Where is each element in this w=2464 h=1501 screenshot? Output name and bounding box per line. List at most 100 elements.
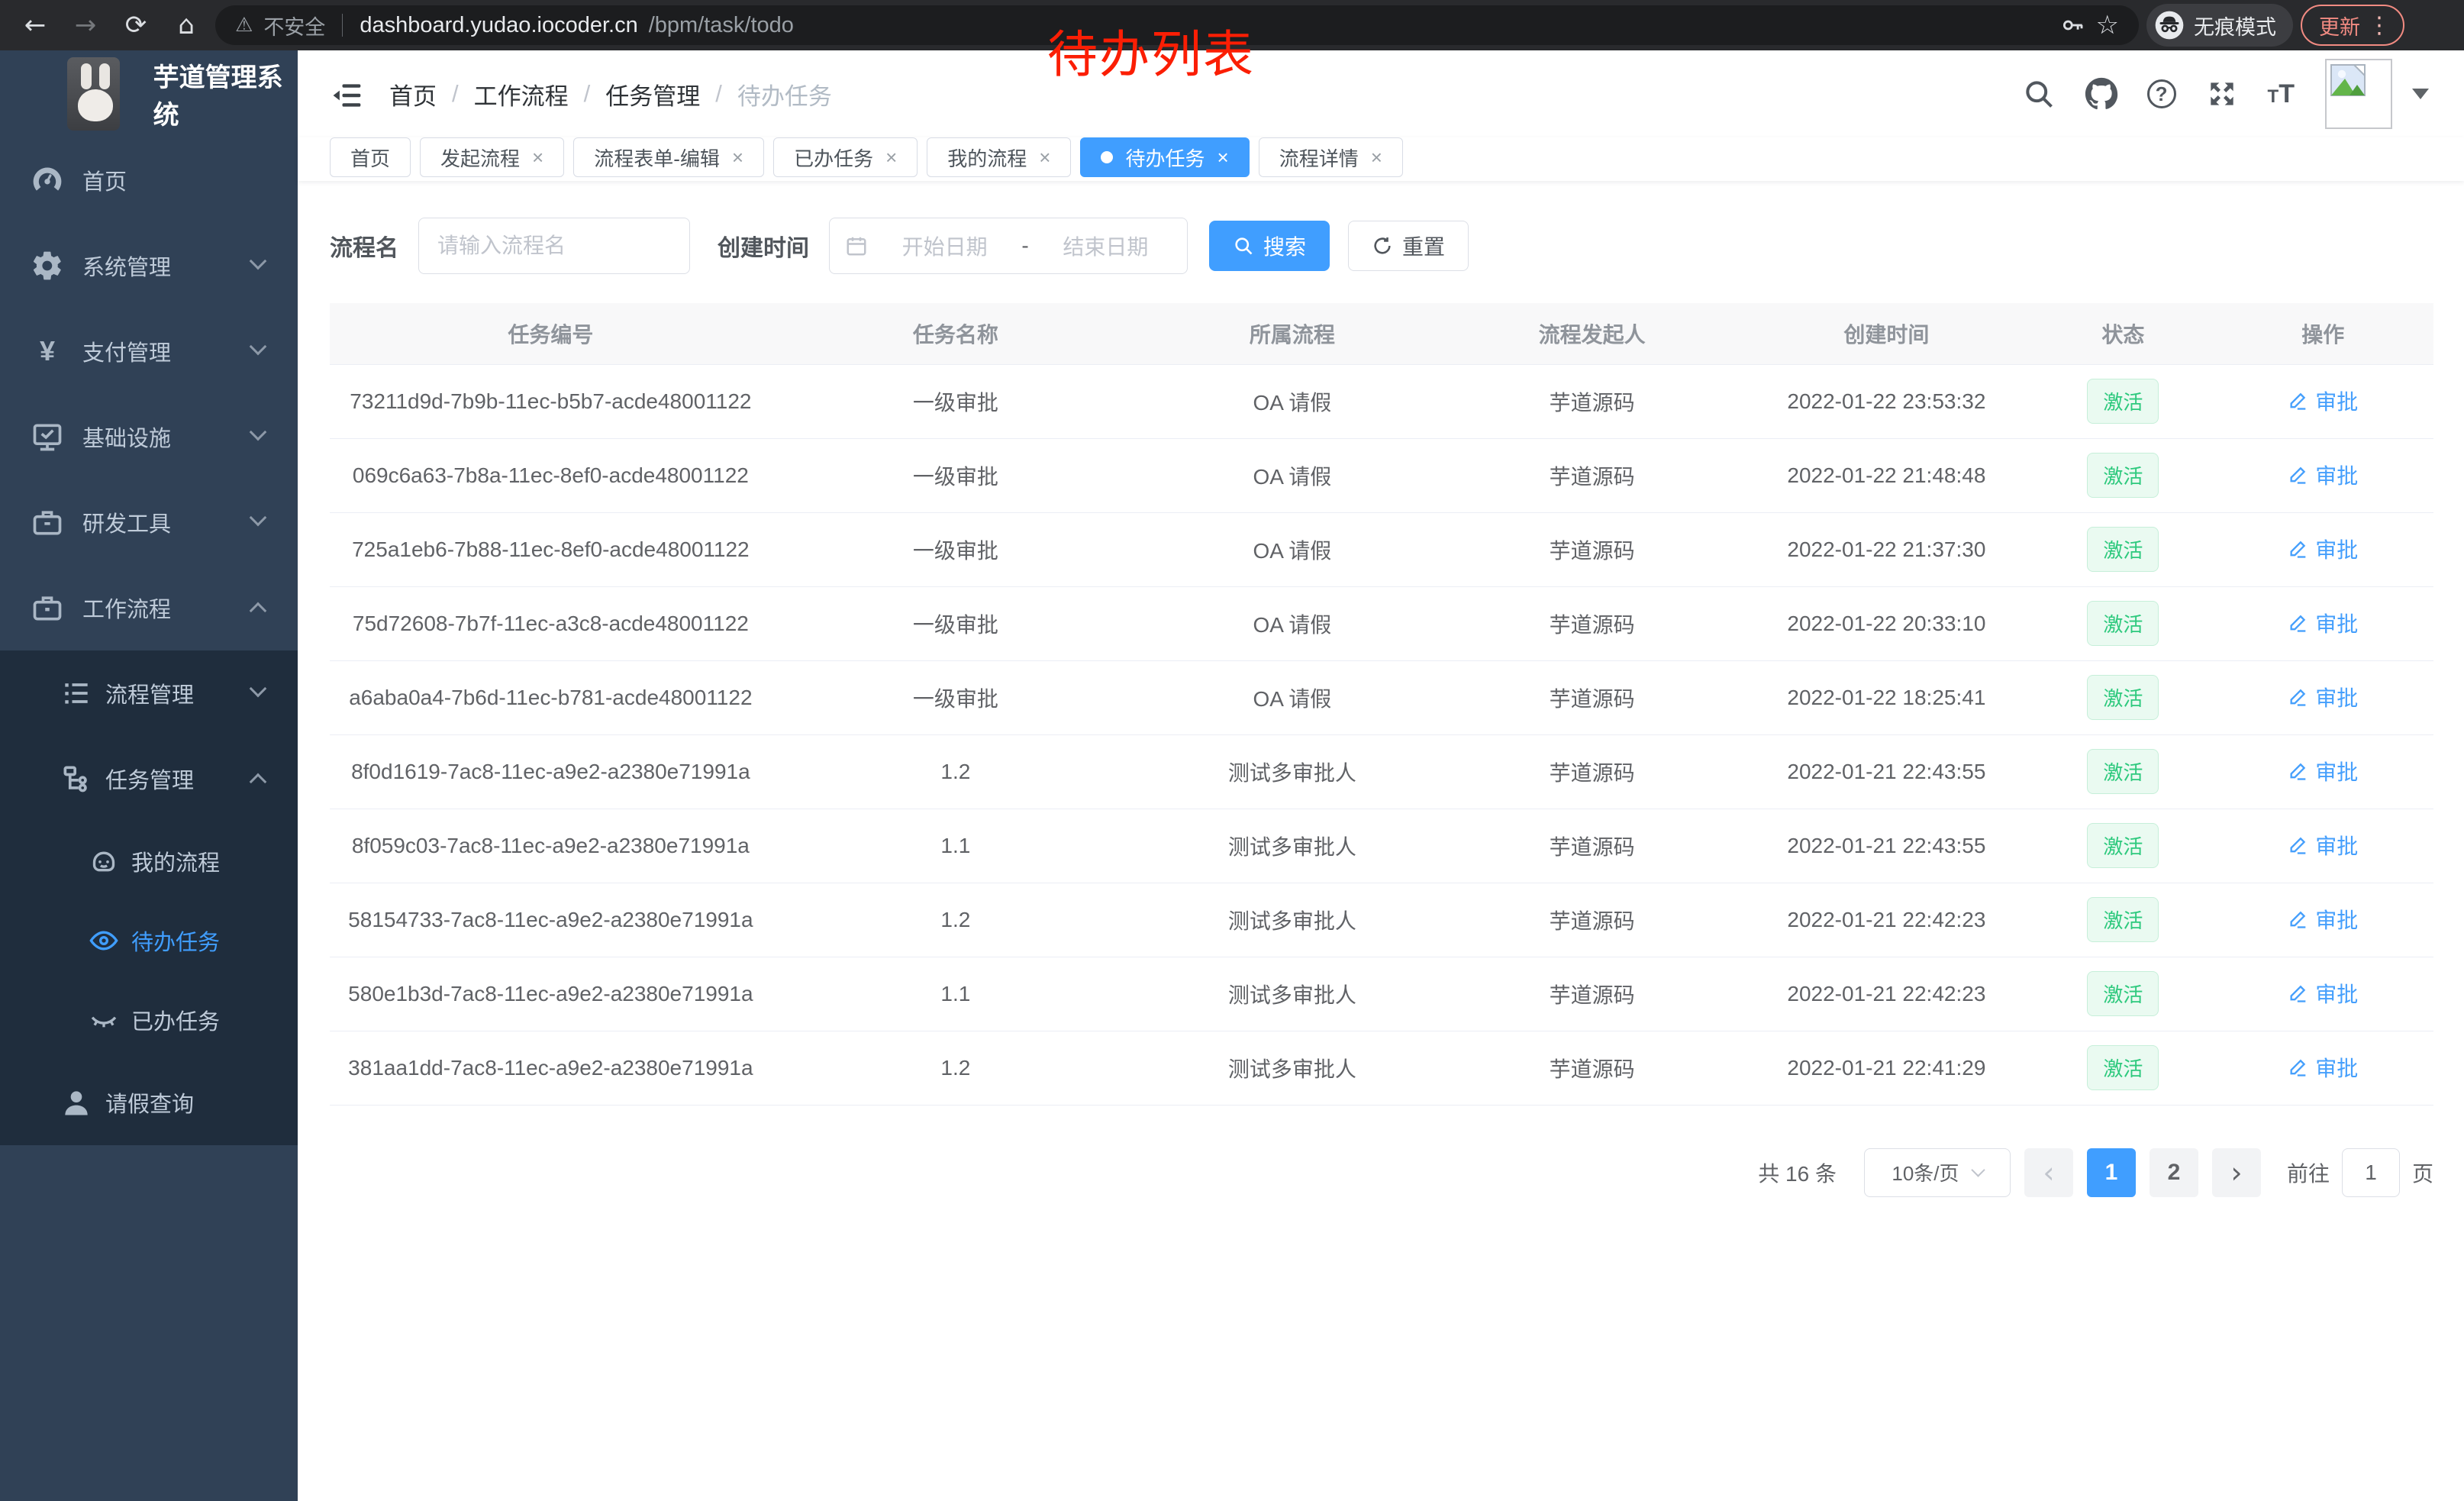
approve-link[interactable]: 审批 [2288, 830, 2358, 860]
sidebar-item-system[interactable]: 系统管理 [0, 223, 298, 308]
tab-todo-tasks[interactable]: 待办任务 × [1080, 137, 1249, 177]
help-icon[interactable]: ? [2147, 79, 2176, 108]
table-row: 580e1b3d-7ac8-11ec-a9e2-a2380e71991a 1.1… [330, 957, 2433, 1031]
sidebar-item-done-tasks[interactable]: 已办任务 [0, 980, 298, 1060]
tab-label: 流程详情 [1279, 144, 1359, 172]
status-badge: 激活 [2087, 675, 2159, 720]
approve-link[interactable]: 审批 [2288, 386, 2358, 416]
start-date-placeholder[interactable]: 开始日期 [879, 231, 1011, 261]
incognito-badge: 无痕模式 [2146, 4, 2293, 47]
task-process: 测试多审批人 [1140, 734, 1445, 809]
page-size-select[interactable]: 10条/页 [1864, 1148, 2011, 1197]
page-1-button[interactable]: 1 [2087, 1148, 2136, 1197]
tab-form-edit[interactable]: 流程表单-编辑 × [573, 137, 764, 177]
goto-unit-label: 页 [2412, 1157, 2433, 1188]
back-icon[interactable]: ← [14, 10, 56, 40]
avatar-caret-icon[interactable] [2412, 89, 2429, 99]
sidebar-item-workflow[interactable]: 工作流程 [0, 565, 298, 650]
breadcrumb-separator: / [715, 80, 722, 108]
sidebar-item-label: 我的流程 [131, 845, 220, 877]
task-name: 1.2 [772, 883, 1140, 957]
task-id: 58154733-7ac8-11ec-a9e2-a2380e71991a [330, 883, 772, 957]
approve-link[interactable]: 审批 [2288, 756, 2358, 786]
tab-start-process[interactable]: 发起流程 × [420, 137, 564, 177]
tab-close-icon[interactable]: × [1039, 146, 1050, 169]
font-size-icon[interactable]: TT [2268, 79, 2295, 109]
bookmark-star-icon[interactable]: ☆ [2096, 10, 2119, 40]
app-header: 首页 / 工作流程 / 任务管理 / 待办任务 ? TT [298, 50, 2464, 137]
task-id: 580e1b3d-7ac8-11ec-a9e2-a2380e71991a [330, 957, 772, 1031]
reload-icon[interactable]: ⟳ [114, 10, 157, 40]
tab-close-icon[interactable]: × [1217, 146, 1229, 169]
approve-link[interactable]: 审批 [2288, 682, 2358, 712]
sidebar-item-infrastructure[interactable]: 基础设施 [0, 394, 298, 479]
sidebar-item-leave-query[interactable]: 请假查询 [0, 1060, 298, 1145]
breadcrumb-item[interactable]: 任务管理 [605, 77, 700, 111]
sidebar-item-devtools[interactable]: 研发工具 [0, 479, 298, 565]
browser-update-button[interactable]: 更新 ⋮ [2301, 5, 2404, 46]
edit-pencil-icon [2288, 760, 2309, 782]
tab-process-detail[interactable]: 流程详情 × [1259, 137, 1403, 177]
tab-label: 发起流程 [440, 144, 520, 172]
tab-done-tasks[interactable]: 已办任务 × [773, 137, 918, 177]
chevron-down-icon [250, 338, 267, 356]
page-2-button[interactable]: 2 [2150, 1148, 2198, 1197]
workflow-submenu: 流程管理 任务管理 我的流程 待办任务 [0, 650, 298, 1145]
search-button[interactable]: 搜索 [1209, 221, 1330, 271]
github-icon[interactable] [2085, 77, 2118, 111]
sidebar-collapse-icon[interactable] [330, 79, 363, 109]
date-range-input[interactable]: 开始日期 - 结束日期 [829, 218, 1188, 274]
edit-pencil-icon [2288, 464, 2309, 486]
approve-link[interactable]: 审批 [2288, 904, 2358, 934]
home-icon[interactable]: ⌂ [165, 10, 208, 40]
tab-close-icon[interactable]: × [885, 146, 897, 169]
approve-link[interactable]: 审批 [2288, 534, 2358, 564]
sidebar-item-home[interactable]: 首页 [0, 137, 298, 223]
sidebar-item-payment[interactable]: ¥ 支付管理 [0, 308, 298, 394]
breadcrumb-item[interactable]: 工作流程 [474, 77, 569, 111]
process-name-input[interactable] [418, 218, 690, 274]
approve-link[interactable]: 审批 [2288, 460, 2358, 490]
col-task-name: 任务名称 [772, 303, 1140, 364]
approve-link[interactable]: 审批 [2288, 978, 2358, 1009]
next-page-button[interactable]: › [2212, 1148, 2261, 1197]
key-icon[interactable] [2059, 12, 2085, 38]
tab-close-icon[interactable]: × [1371, 146, 1382, 169]
approve-link[interactable]: 审批 [2288, 608, 2358, 638]
create-time-label: 创建时间 [718, 229, 809, 263]
approve-link[interactable]: 审批 [2288, 1052, 2358, 1083]
end-date-placeholder[interactable]: 结束日期 [1040, 231, 1172, 261]
tab-close-icon[interactable]: × [732, 146, 743, 169]
status-badge: 激活 [2087, 971, 2159, 1016]
reset-button[interactable]: 重置 [1348, 221, 1469, 271]
task-id: 75d72608-7b7f-11ec-a3c8-acde48001122 [330, 586, 772, 660]
edit-pencil-icon [2288, 686, 2309, 708]
prev-page-button[interactable]: ‹ [2024, 1148, 2073, 1197]
sidebar-item-task-management[interactable]: 任务管理 [0, 736, 298, 822]
tab-close-icon[interactable]: × [532, 146, 543, 169]
browser-menu-icon[interactable]: ⋮ [2368, 12, 2391, 39]
sidebar-item-process-management[interactable]: 流程管理 [0, 650, 298, 736]
list-tree-icon [60, 678, 93, 709]
task-created: 2022-01-21 22:43:55 [1739, 734, 2033, 809]
breadcrumb-item[interactable]: 首页 [389, 77, 437, 111]
task-initiator: 芋道源码 [1445, 883, 1740, 957]
tab-home[interactable]: 首页 [330, 137, 411, 177]
col-task-id: 任务编号 [330, 303, 772, 364]
search-icon[interactable] [2022, 77, 2056, 111]
table-row: 73211d9d-7b9b-11ec-b5b7-acde48001122 一级审… [330, 364, 2433, 438]
sidebar-item-todo-tasks[interactable]: 待办任务 [0, 901, 298, 980]
page-content: 流程名 创建时间 开始日期 - 结束日期 搜索 重置 [298, 218, 2464, 1243]
task-process: 测试多审批人 [1140, 809, 1445, 883]
goto-page-input[interactable] [2342, 1148, 2400, 1197]
url-host: dashboard.yudao.iocoder.cn [360, 13, 637, 38]
avatar[interactable] [2325, 59, 2392, 129]
sidebar-item-my-process[interactable]: 我的流程 [0, 822, 298, 901]
address-bar[interactable]: ⚠ 不安全 dashboard.yudao.iocoder.cn/bpm/tas… [215, 5, 2139, 45]
task-initiator: 芋道源码 [1445, 364, 1740, 438]
toolbox-icon [31, 507, 64, 537]
task-initiator: 芋道源码 [1445, 586, 1740, 660]
fullscreen-icon[interactable] [2205, 77, 2239, 111]
forward-icon[interactable]: → [64, 10, 107, 40]
tab-my-process[interactable]: 我的流程 × [927, 137, 1071, 177]
